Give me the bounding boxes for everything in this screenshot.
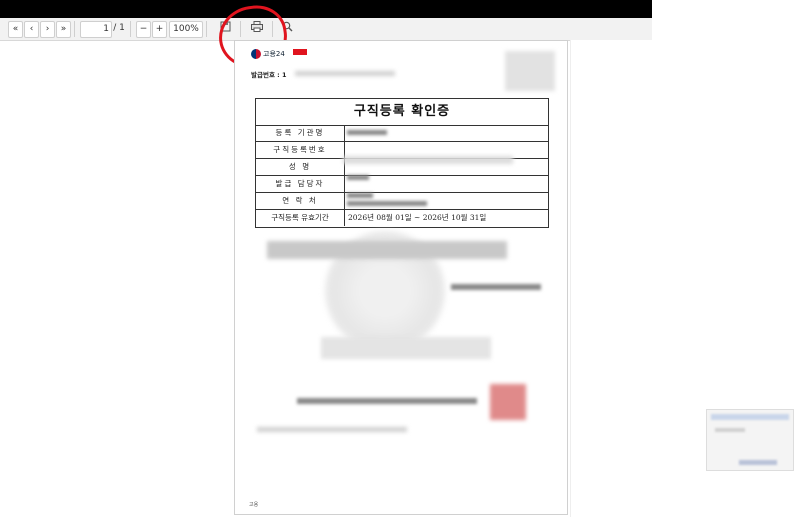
pdf-page: 고용24 발급번호 : 1 구직등록 확인증 등록 기관명 구직등록번호 성 명… [234, 40, 568, 515]
zoom-in-button[interactable]: + [152, 21, 167, 38]
red-mark [293, 49, 307, 55]
logo-text: 고용24 [263, 50, 285, 58]
redacted-text [295, 71, 395, 76]
row-label: 구직등록 유효기간 [256, 210, 345, 226]
row-label: 성 명 [256, 159, 345, 175]
toolbar-divider [74, 21, 75, 37]
row-label: 구직등록번호 [256, 142, 345, 158]
redacted-text [451, 284, 541, 290]
redacted-text [267, 241, 507, 259]
prev-page-button[interactable]: ‹ [24, 21, 39, 38]
zoom-level-select[interactable]: 100% [169, 21, 203, 38]
row-issuer: 발급 담당자 [256, 176, 548, 193]
toolbar-divider [130, 21, 131, 37]
next-page-button[interactable]: › [40, 21, 55, 38]
footer-text: 고용 [249, 502, 259, 508]
row-label: 연 락 처 [256, 193, 345, 209]
thumbnail-header [711, 414, 789, 420]
last-page-icon: » [60, 24, 67, 34]
issue-number-label: 발급번호 : 1 [251, 71, 287, 79]
row-validity-period: 구직등록 유효기간 2026년 08월 01일 ~ 2026년 10월 31일 [256, 210, 548, 226]
minus-icon: − [139, 24, 148, 34]
zoom-out-button[interactable]: − [136, 21, 151, 38]
thumbnail-line [739, 460, 777, 465]
next-page-icon: › [45, 24, 50, 34]
row-label: 등록 기관명 [256, 125, 345, 141]
pdf-toolbar: « ‹ › » 1 / 1 − + 100% [0, 18, 652, 41]
redacted-text [297, 398, 477, 404]
taegeuk-logo-icon [251, 49, 261, 59]
redacted-text [257, 427, 407, 432]
validity-period-value: 2026년 08월 01일 ~ 2026년 10월 31일 [348, 213, 487, 222]
top-bar-gap [652, 0, 800, 18]
redacted-text [321, 337, 491, 359]
page-total: / 1 [113, 23, 125, 33]
toolbar-divider [206, 21, 207, 37]
gov24-logo: 고용24 [251, 49, 285, 59]
redacted-text [347, 175, 369, 180]
window-top-bar [0, 0, 800, 18]
last-page-button[interactable]: » [56, 21, 71, 38]
redacted-text [343, 156, 513, 164]
row-label: 발급 담당자 [256, 176, 345, 192]
first-page-button[interactable]: « [8, 21, 23, 38]
row-agency: 등록 기관명 [256, 125, 548, 142]
redacted-text [347, 193, 373, 198]
first-page-icon: « [12, 24, 19, 34]
redacted-text [347, 130, 387, 135]
official-seal [490, 384, 526, 420]
thumbnail-preview [706, 409, 794, 471]
redacted-text [347, 201, 427, 206]
prev-page-icon: ‹ [29, 24, 34, 34]
plus-icon: + [155, 24, 164, 34]
thumbnail-line [715, 428, 745, 432]
redacted-block [505, 51, 555, 91]
page-number-input[interactable]: 1 [80, 21, 112, 38]
certificate-title: 구직등록 확인증 [256, 99, 548, 126]
